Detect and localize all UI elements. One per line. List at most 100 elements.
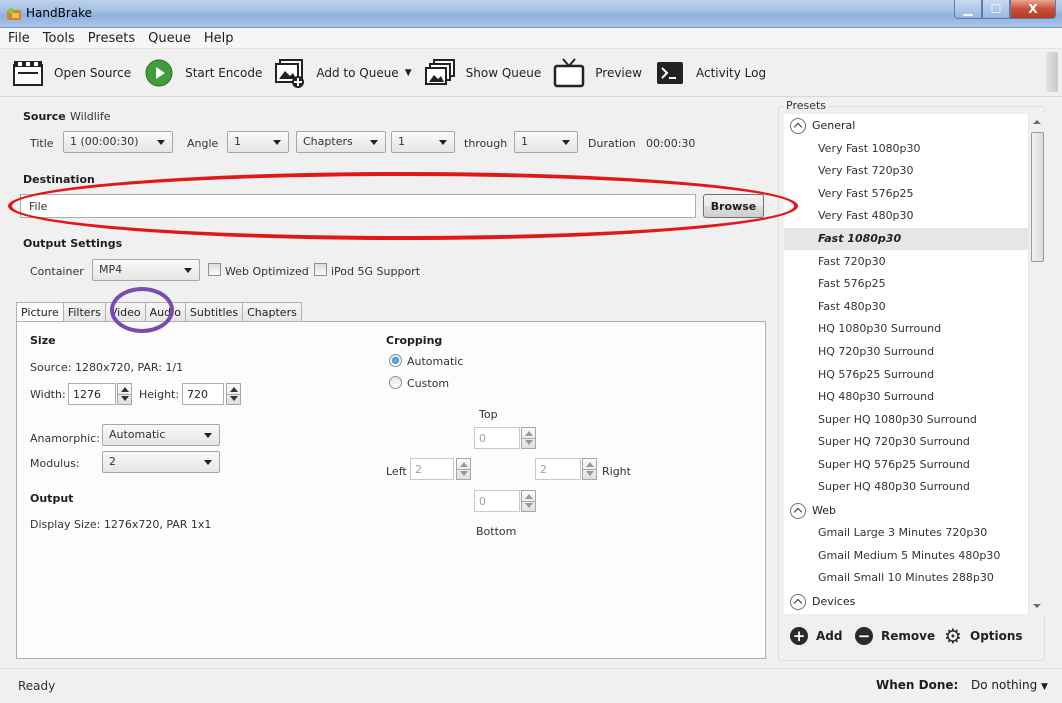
preset-item[interactable]: Gmail Medium 5 Minutes 480p30 (784, 545, 1028, 567)
crop-top-label: Top (479, 408, 498, 421)
crop-right-stepper[interactable] (582, 458, 597, 480)
preset-item[interactable]: HQ 576p25 Surround (784, 364, 1028, 386)
preset-item[interactable]: Fast 480p30 (784, 296, 1028, 318)
preset-item[interactable]: Super HQ 720p30 Surround (784, 431, 1028, 453)
tab-chapters[interactable]: Chapters (242, 302, 302, 322)
collapse-icon[interactable] (790, 503, 806, 519)
remove-preset-button[interactable]: − Remove (855, 627, 935, 645)
crop-bottom-stepper[interactable] (521, 490, 536, 512)
anamorphic-dropdown[interactable]: Automatic (102, 424, 220, 446)
ipod-support-checkbox[interactable] (314, 263, 327, 276)
preview-button[interactable]: Preview (553, 57, 642, 89)
add-preset-button[interactable]: + Add (790, 627, 842, 645)
preset-item[interactable]: HQ 720p30 Surround (784, 341, 1028, 363)
crop-top-input[interactable]: 0 (474, 427, 520, 449)
chevron-down-icon (184, 268, 192, 273)
remove-preset-label: Remove (881, 629, 936, 643)
preset-item[interactable]: Gmail Small 10 Minutes 288p30 (784, 567, 1028, 589)
minimize-button[interactable]: ▁ (954, 0, 982, 19)
height-label: Height: (139, 388, 180, 401)
web-optimized-checkbox[interactable] (208, 263, 221, 276)
scroll-up-icon[interactable] (1033, 120, 1041, 124)
height-stepper[interactable] (226, 383, 241, 405)
preset-group-devices[interactable]: Devices (790, 594, 855, 610)
width-label: Width: (30, 388, 66, 401)
crop-bottom-input[interactable]: 0 (474, 490, 520, 512)
preset-item[interactable]: Very Fast 720p30 (784, 160, 1028, 182)
presets-title: Presets (784, 99, 829, 112)
tab-picture[interactable]: Picture (16, 302, 64, 323)
maximize-button[interactable]: ☐ (982, 0, 1010, 19)
width-input[interactable]: 1276 (68, 383, 116, 405)
tab-subtitles[interactable]: Subtitles (184, 302, 244, 322)
preset-group-label: General (812, 119, 856, 132)
preset-item[interactable]: Super HQ 480p30 Surround (784, 476, 1028, 498)
preset-item[interactable]: Very Fast 480p30 (784, 205, 1028, 227)
close-button[interactable]: X (1010, 0, 1056, 19)
preset-item[interactable]: Super HQ 576p25 Surround (784, 454, 1028, 476)
height-input[interactable]: 720 (182, 383, 224, 405)
crop-right-input[interactable]: 2 (535, 458, 581, 480)
preset-item[interactable]: HQ 480p30 Surround (784, 386, 1028, 408)
title-dropdown[interactable]: 1 (00:00:30) (63, 131, 173, 153)
preset-item[interactable]: Gmail Large 3 Minutes 720p30 (784, 522, 1028, 544)
size-label: Size (30, 334, 56, 347)
show-queue-button[interactable]: Show Queue (424, 57, 541, 89)
range-end-dropdown[interactable]: 1 (514, 131, 578, 153)
collapse-icon[interactable] (790, 594, 806, 610)
add-to-queue-button[interactable]: Add to Queue ▼ (274, 57, 412, 89)
preset-item[interactable]: Fast 720p30 (784, 251, 1028, 273)
preset-options-button[interactable]: ⚙ Options (944, 624, 1023, 648)
range-start-dropdown[interactable]: 1 (391, 131, 455, 153)
chevron-down-icon (370, 140, 378, 145)
activity-log-button[interactable]: Activity Log (654, 57, 766, 89)
range-start-value: 1 (398, 135, 405, 148)
gear-icon: ⚙ (944, 624, 962, 648)
menu-queue[interactable]: Queue (148, 31, 191, 46)
preset-item[interactable]: Very Fast 576p25 (784, 183, 1028, 205)
modulus-value: 2 (109, 455, 116, 468)
preset-group-web[interactable]: Web (790, 503, 836, 519)
range-end-value: 1 (521, 135, 528, 148)
add-preset-label: Add (816, 629, 843, 643)
range-mode-dropdown[interactable]: Chapters (296, 131, 386, 153)
preset-item[interactable]: Very Fast 1080p30 (784, 138, 1028, 160)
chevron-down-icon (273, 140, 281, 145)
menu-file[interactable]: File (8, 31, 30, 46)
start-encode-button[interactable]: Start Encode (143, 57, 262, 89)
status-bar: Ready When Done: Do nothing ▼ (0, 668, 1062, 703)
angle-dropdown[interactable]: 1 (227, 131, 289, 153)
modulus-dropdown[interactable]: 2 (102, 451, 220, 473)
menu-help[interactable]: Help (204, 31, 234, 46)
preset-item[interactable]: HQ 1080p30 Surround (784, 318, 1028, 340)
scroll-down-icon[interactable] (1033, 604, 1041, 608)
toolbar-grip[interactable] (1046, 52, 1058, 92)
crop-top-stepper[interactable] (521, 427, 536, 449)
preset-item[interactable]: Fast 576p25 (784, 273, 1028, 295)
cropping-custom-label: Custom (407, 377, 450, 390)
when-done-dropdown[interactable]: Do nothing ▼ (971, 678, 1048, 692)
source-label: Source (23, 110, 66, 123)
preset-item[interactable]: Super HQ 1080p30 Surround (784, 409, 1028, 431)
preset-group-general[interactable]: General (790, 118, 855, 134)
preset-item-selected[interactable]: Fast 1080p30 (784, 228, 1028, 250)
destination-label: Destination (23, 173, 95, 186)
crop-left-stepper[interactable] (456, 458, 471, 480)
container-dropdown[interactable]: MP4 (92, 259, 200, 281)
width-stepper[interactable] (117, 383, 132, 405)
menu-tools[interactable]: Tools (43, 31, 75, 46)
collapse-icon[interactable] (790, 118, 806, 134)
presets-scrollbar[interactable] (1028, 114, 1045, 614)
toolbar: Open Source Start Encode Add to Queue ▼ … (0, 49, 1062, 97)
menu-bar: File Tools Presets Queue Help (0, 28, 1062, 49)
open-source-button[interactable]: Open Source (12, 57, 131, 89)
menu-presets[interactable]: Presets (88, 31, 135, 46)
cropping-automatic-radio[interactable] (389, 354, 402, 367)
tab-filters[interactable]: Filters (62, 302, 106, 322)
cropping-custom-radio[interactable] (389, 376, 402, 389)
crop-left-input[interactable]: 2 (410, 458, 454, 480)
scrollbar-thumb[interactable] (1031, 132, 1044, 262)
chevron-down-icon[interactable]: ▼ (405, 68, 412, 78)
status-text: Ready (18, 679, 56, 693)
range-mode-value: Chapters (303, 135, 353, 148)
